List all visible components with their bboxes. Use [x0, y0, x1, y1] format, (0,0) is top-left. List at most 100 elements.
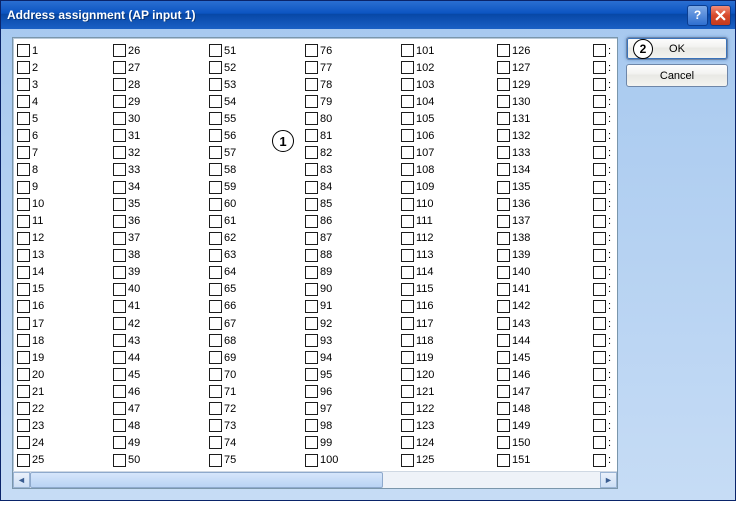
address-checkbox[interactable]	[401, 146, 414, 159]
address-checkbox[interactable]	[209, 198, 222, 211]
address-checkbox[interactable]	[497, 300, 510, 313]
address-checkbox[interactable]	[17, 402, 30, 415]
address-checkbox[interactable]	[593, 215, 606, 228]
address-checkbox[interactable]	[401, 436, 414, 449]
address-item[interactable]: 53	[209, 76, 305, 93]
address-item[interactable]: 1	[17, 42, 113, 59]
address-checkbox[interactable]	[209, 146, 222, 159]
address-checkbox[interactable]	[305, 436, 318, 449]
address-checkbox[interactable]	[17, 129, 30, 142]
address-item[interactable]: 36	[113, 213, 209, 230]
address-item[interactable]: 100	[305, 452, 401, 469]
address-checkbox[interactable]	[593, 112, 606, 125]
address-checkbox[interactable]	[497, 232, 510, 245]
address-item[interactable]: 79	[305, 93, 401, 110]
address-item[interactable]: 33	[113, 161, 209, 178]
address-checkbox[interactable]	[497, 215, 510, 228]
address-item[interactable]: 21	[17, 383, 113, 400]
address-checkbox[interactable]	[113, 181, 126, 194]
address-checkbox[interactable]	[113, 61, 126, 74]
address-checkbox[interactable]	[401, 249, 414, 262]
address-item[interactable]: 87	[305, 230, 401, 247]
address-item[interactable]: :	[593, 247, 613, 264]
address-checkbox[interactable]	[17, 198, 30, 211]
address-item[interactable]: 124	[401, 434, 497, 451]
address-checkbox[interactable]	[593, 163, 606, 176]
address-item[interactable]: 150	[497, 434, 593, 451]
address-item[interactable]: 69	[209, 349, 305, 366]
address-checkbox[interactable]	[209, 249, 222, 262]
address-item[interactable]: :	[593, 281, 613, 298]
address-item[interactable]: 75	[209, 452, 305, 469]
address-item[interactable]: 88	[305, 247, 401, 264]
address-item[interactable]: :	[593, 332, 613, 349]
address-checkbox[interactable]	[401, 198, 414, 211]
address-checkbox[interactable]	[305, 61, 318, 74]
ok-button[interactable]: 2 OK	[626, 37, 728, 60]
address-item[interactable]: 11	[17, 213, 113, 230]
address-checkbox[interactable]	[305, 112, 318, 125]
address-checkbox[interactable]	[497, 61, 510, 74]
address-item[interactable]: 104	[401, 93, 497, 110]
address-checkbox[interactable]	[593, 232, 606, 245]
address-item[interactable]: 82	[305, 144, 401, 161]
address-checkbox[interactable]	[401, 334, 414, 347]
address-item[interactable]: 58	[209, 161, 305, 178]
address-item[interactable]: 96	[305, 383, 401, 400]
address-checkbox[interactable]	[593, 95, 606, 108]
address-item[interactable]: 2	[17, 59, 113, 76]
address-item[interactable]: 90	[305, 281, 401, 298]
address-item[interactable]: 37	[113, 230, 209, 247]
address-item[interactable]: 44	[113, 349, 209, 366]
address-checkbox[interactable]	[497, 317, 510, 330]
address-item[interactable]: 141	[497, 281, 593, 298]
address-item[interactable]: 132	[497, 127, 593, 144]
address-item[interactable]: :	[593, 298, 613, 315]
address-checkbox[interactable]	[113, 317, 126, 330]
address-checkbox[interactable]	[593, 385, 606, 398]
address-checkbox[interactable]	[401, 402, 414, 415]
address-item[interactable]: 130	[497, 93, 593, 110]
address-item[interactable]: 85	[305, 196, 401, 213]
address-item[interactable]: 62	[209, 230, 305, 247]
address-checkbox[interactable]	[17, 317, 30, 330]
address-item[interactable]: 145	[497, 349, 593, 366]
address-item[interactable]: 42	[113, 315, 209, 332]
address-item[interactable]: :	[593, 42, 613, 59]
address-checkbox[interactable]	[497, 95, 510, 108]
address-checkbox[interactable]	[209, 232, 222, 245]
address-item[interactable]: 32	[113, 144, 209, 161]
address-item[interactable]: 129	[497, 76, 593, 93]
scroll-left-button[interactable]: ◄	[13, 472, 30, 488]
address-checkbox[interactable]	[113, 78, 126, 91]
address-item[interactable]: 122	[401, 400, 497, 417]
address-checkbox[interactable]	[209, 300, 222, 313]
address-checkbox[interactable]	[305, 419, 318, 432]
address-item[interactable]: 72	[209, 400, 305, 417]
address-checkbox[interactable]	[113, 163, 126, 176]
address-checkbox[interactable]	[113, 368, 126, 381]
address-checkbox[interactable]	[17, 454, 30, 467]
help-button[interactable]: ?	[687, 5, 708, 26]
address-checkbox[interactable]	[305, 95, 318, 108]
address-item[interactable]: 131	[497, 110, 593, 127]
address-checkbox[interactable]	[113, 112, 126, 125]
address-item[interactable]: 38	[113, 247, 209, 264]
address-checkbox[interactable]	[305, 78, 318, 91]
address-item[interactable]: 139	[497, 247, 593, 264]
address-item[interactable]: 97	[305, 400, 401, 417]
address-item[interactable]: :	[593, 366, 613, 383]
scroll-track[interactable]	[30, 472, 600, 488]
address-checkbox[interactable]	[113, 266, 126, 279]
address-checkbox[interactable]	[593, 78, 606, 91]
address-checkbox[interactable]	[593, 317, 606, 330]
address-checkbox[interactable]	[593, 249, 606, 262]
scroll-thumb[interactable]	[30, 472, 383, 488]
address-item[interactable]: 41	[113, 298, 209, 315]
address-item[interactable]: 15	[17, 281, 113, 298]
address-checkbox[interactable]	[497, 351, 510, 364]
address-checkbox[interactable]	[305, 232, 318, 245]
address-item[interactable]: 91	[305, 298, 401, 315]
address-checkbox[interactable]	[401, 181, 414, 194]
address-checkbox[interactable]	[113, 44, 126, 57]
